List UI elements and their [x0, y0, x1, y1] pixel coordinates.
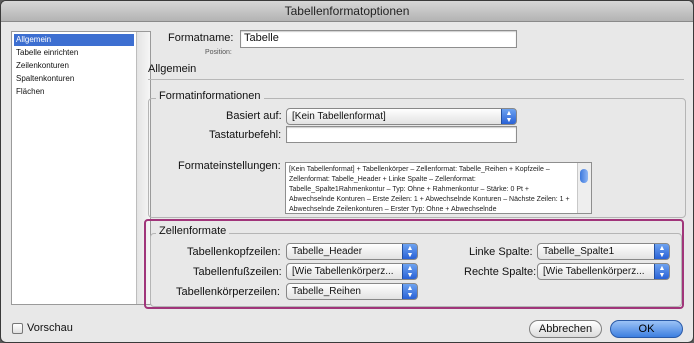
body-rows-label: Tabellenkörperzeilen:: [176, 286, 280, 298]
left-column-label: Linke Spalte:: [469, 246, 533, 258]
sidebar-item-spaltenkonturen[interactable]: Spaltenkonturen: [14, 73, 74, 85]
sidebar: Allgemein Tabelle einrichten Zeilenkontu…: [11, 31, 151, 305]
chevron-updown-icon: ▲ ▼: [654, 264, 669, 279]
preview-label: Vorschau: [27, 322, 73, 334]
chevron-updown-icon: ▲ ▼: [402, 244, 417, 259]
header-rows-select[interactable]: Tabelle_Header ▲ ▼: [286, 243, 418, 260]
chevron-updown-icon: ▲ ▼: [501, 109, 516, 124]
footer-rows-label: Tabellenfußzeilen:: [193, 266, 282, 278]
shortcut-label: Tastaturbefehl:: [209, 129, 282, 141]
based-on-select[interactable]: [Kein Tabellenformat] ▲ ▼: [286, 108, 517, 125]
chevron-updown-icon: ▲ ▼: [654, 244, 669, 259]
settings-text: [Kein Tabellenformat] + Tabellenkörper –…: [289, 166, 570, 213]
shortcut-field[interactable]: [286, 126, 517, 143]
position-label: Position:: [205, 49, 232, 56]
format-name-field[interactable]: Tabelle: [240, 30, 517, 48]
based-on-value: [Kein Tabellenformat]: [292, 111, 386, 122]
dialog-window: Tabellenformatoptionen Allgemein Tabelle…: [0, 0, 694, 343]
body-rows-value: Tabelle_Reihen: [292, 286, 361, 297]
window-title: Tabellenformatoptionen: [1, 1, 693, 22]
body-rows-select[interactable]: Tabelle_Reihen ▲ ▼: [286, 283, 418, 300]
header-rows-value: Tabelle_Header: [292, 246, 363, 257]
preview-checkbox[interactable]: [12, 323, 23, 334]
cancel-button[interactable]: Abbrechen: [529, 320, 602, 338]
format-name-label: Formatname:: [168, 32, 234, 44]
settings-textarea[interactable]: [Kein Tabellenformat] + Tabellenkörper –…: [285, 162, 592, 214]
settings-label: Formateinstellungen:: [178, 160, 281, 172]
format-info-title: Formatinformationen: [156, 90, 264, 102]
right-column-select[interactable]: [Wie Tabellenkörperz... ▲ ▼: [537, 263, 670, 280]
ok-button[interactable]: OK: [610, 320, 683, 338]
footer-rows-value: [Wie Tabellenkörperz...: [292, 266, 394, 277]
footer-rows-select[interactable]: [Wie Tabellenkörperz... ▲ ▼: [286, 263, 418, 280]
based-on-label: Basiert auf:: [226, 110, 282, 122]
sidebar-item-allgemein[interactable]: Allgemein: [14, 34, 134, 46]
settings-scrollbar[interactable]: [577, 163, 591, 213]
header-rows-label: Tabellenkopfzeilen:: [187, 246, 281, 258]
right-column-label: Rechte Spalte:: [464, 266, 537, 278]
section-divider: [148, 79, 684, 80]
left-column-value: Tabelle_Spalte1: [543, 246, 615, 257]
sidebar-item-zeilenkonturen[interactable]: Zeilenkonturen: [14, 60, 69, 72]
right-column-value: [Wie Tabellenkörperz...: [543, 266, 645, 277]
chevron-updown-icon: ▲ ▼: [402, 284, 417, 299]
scroll-thumb[interactable]: [580, 169, 588, 183]
cell-formats-title: Zellenformate: [156, 225, 230, 237]
chevron-updown-icon: ▲ ▼: [402, 264, 417, 279]
section-title: Allgemein: [148, 63, 197, 75]
sidebar-item-flaechen[interactable]: Flächen: [14, 86, 44, 98]
left-column-select[interactable]: Tabelle_Spalte1 ▲ ▼: [537, 243, 670, 260]
sidebar-item-tabelle-einrichten[interactable]: Tabelle einrichten: [14, 47, 78, 59]
